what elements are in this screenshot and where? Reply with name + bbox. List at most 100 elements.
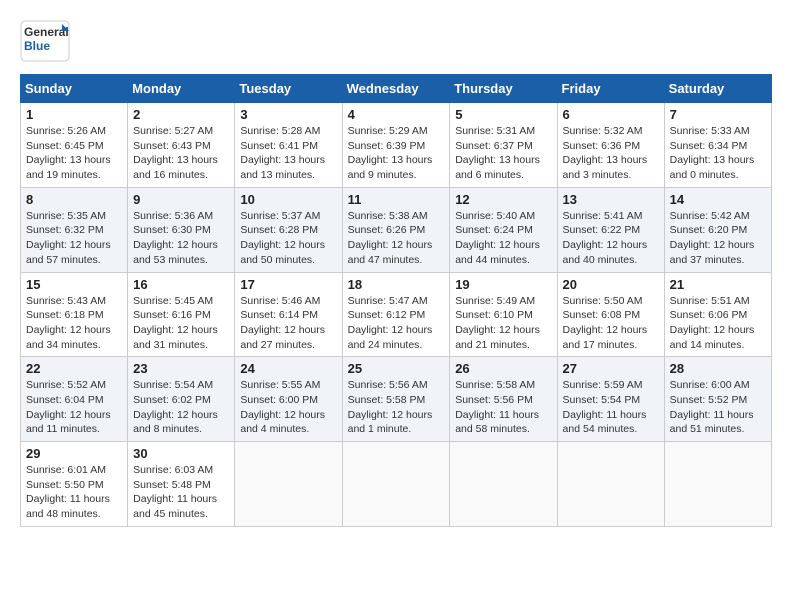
week-row-3: 15 Sunrise: 5:43 AM Sunset: 6:18 PM Dayli… — [21, 272, 772, 357]
day-cell: 14 Sunrise: 5:42 AM Sunset: 6:20 PM Dayli… — [664, 187, 771, 272]
day-info: Sunrise: 5:27 AM Sunset: 6:43 PM Dayligh… — [133, 124, 229, 183]
svg-text:General: General — [24, 25, 69, 39]
day-cell — [450, 442, 557, 527]
day-info: Sunrise: 5:59 AM Sunset: 5:54 PM Dayligh… — [563, 378, 659, 437]
day-cell: 5Sunrise: 5:31 AM Sunset: 6:37 PM Daylig… — [450, 103, 557, 188]
day-number: 23 — [133, 361, 229, 376]
day-info: Sunrise: 6:00 AM Sunset: 5:52 PM Dayligh… — [670, 378, 766, 437]
calendar-page: General Blue SundayMondayTuesdayWednesda… — [0, 0, 792, 537]
day-cell: 6 Sunrise: 5:32 AM Sunset: 6:36 PM Daylig… — [557, 103, 664, 188]
day-info: Sunrise: 5:54 AM Sunset: 6:02 PM Dayligh… — [133, 378, 229, 437]
day-cell: 27 Sunrise: 5:59 AM Sunset: 5:54 PM Dayli… — [557, 357, 664, 442]
day-info: Sunrise: 6:03 AM Sunset: 5:48 PM Dayligh… — [133, 463, 229, 522]
logo-svg: General Blue — [20, 20, 70, 62]
day-cell: 11 Sunrise: 5:38 AM Sunset: 6:26 PM Dayli… — [342, 187, 450, 272]
day-number: 21 — [670, 277, 766, 292]
page-header: General Blue — [20, 20, 772, 62]
day-number: 7 — [670, 107, 766, 122]
day-number: 12 — [455, 192, 551, 207]
day-number: 29 — [26, 446, 122, 461]
day-info: Sunrise: 5:43 AM Sunset: 6:18 PM Dayligh… — [26, 294, 122, 353]
logo: General Blue — [20, 20, 70, 62]
day-number: 1 — [26, 107, 122, 122]
day-number: 27 — [563, 361, 659, 376]
day-number: 8 — [26, 192, 122, 207]
day-number: 19 — [455, 277, 551, 292]
header-row: SundayMondayTuesdayWednesdayThursdayFrid… — [21, 75, 772, 103]
day-cell: 23 Sunrise: 5:54 AM Sunset: 6:02 PM Dayli… — [128, 357, 235, 442]
day-info: Sunrise: 5:35 AM Sunset: 6:32 PM Dayligh… — [26, 209, 122, 268]
day-number: 24 — [240, 361, 336, 376]
day-info: Sunrise: 5:32 AM Sunset: 6:36 PM Dayligh… — [563, 124, 659, 183]
day-cell: 9Sunrise: 5:36 AM Sunset: 6:30 PM Daylig… — [128, 187, 235, 272]
day-info: Sunrise: 5:45 AM Sunset: 6:16 PM Dayligh… — [133, 294, 229, 353]
calendar-table: SundayMondayTuesdayWednesdayThursdayFrid… — [20, 74, 772, 527]
day-cell: 7 Sunrise: 5:33 AM Sunset: 6:34 PM Daylig… — [664, 103, 771, 188]
day-cell: 8 Sunrise: 5:35 AM Sunset: 6:32 PM Daylig… — [21, 187, 128, 272]
day-cell: 10 Sunrise: 5:37 AM Sunset: 6:28 PM Dayli… — [235, 187, 342, 272]
day-number: 10 — [240, 192, 336, 207]
col-header-wednesday: Wednesday — [342, 75, 450, 103]
day-info: Sunrise: 5:56 AM Sunset: 5:58 PM Dayligh… — [348, 378, 445, 437]
day-info: Sunrise: 5:42 AM Sunset: 6:20 PM Dayligh… — [670, 209, 766, 268]
svg-text:Blue: Blue — [24, 39, 50, 53]
day-cell — [664, 442, 771, 527]
day-cell: 28 Sunrise: 6:00 AM Sunset: 5:52 PM Dayli… — [664, 357, 771, 442]
day-info: Sunrise: 6:01 AM Sunset: 5:50 PM Dayligh… — [26, 463, 122, 522]
day-number: 15 — [26, 277, 122, 292]
day-info: Sunrise: 5:52 AM Sunset: 6:04 PM Dayligh… — [26, 378, 122, 437]
day-cell: 18 Sunrise: 5:47 AM Sunset: 6:12 PM Dayli… — [342, 272, 450, 357]
day-cell: 25 Sunrise: 5:56 AM Sunset: 5:58 PM Dayli… — [342, 357, 450, 442]
day-info: Sunrise: 5:28 AM Sunset: 6:41 PM Dayligh… — [240, 124, 336, 183]
day-info: Sunrise: 5:51 AM Sunset: 6:06 PM Dayligh… — [670, 294, 766, 353]
day-info: Sunrise: 5:38 AM Sunset: 6:26 PM Dayligh… — [348, 209, 445, 268]
day-number: 11 — [348, 192, 445, 207]
col-header-saturday: Saturday — [664, 75, 771, 103]
day-number: 25 — [348, 361, 445, 376]
week-row-2: 8 Sunrise: 5:35 AM Sunset: 6:32 PM Daylig… — [21, 187, 772, 272]
day-cell: 26 Sunrise: 5:58 AM Sunset: 5:56 PM Dayli… — [450, 357, 557, 442]
day-info: Sunrise: 5:37 AM Sunset: 6:28 PM Dayligh… — [240, 209, 336, 268]
day-info: Sunrise: 5:41 AM Sunset: 6:22 PM Dayligh… — [563, 209, 659, 268]
day-cell: 24Sunrise: 5:55 AM Sunset: 6:00 PM Dayli… — [235, 357, 342, 442]
day-number: 16 — [133, 277, 229, 292]
day-cell: 1Sunrise: 5:26 AM Sunset: 6:45 PM Daylig… — [21, 103, 128, 188]
week-row-5: 29 Sunrise: 6:01 AM Sunset: 5:50 PM Dayli… — [21, 442, 772, 527]
col-header-sunday: Sunday — [21, 75, 128, 103]
day-cell: 17Sunrise: 5:46 AM Sunset: 6:14 PM Dayli… — [235, 272, 342, 357]
day-info: Sunrise: 5:49 AM Sunset: 6:10 PM Dayligh… — [455, 294, 551, 353]
day-cell: 12 Sunrise: 5:40 AM Sunset: 6:24 PM Dayli… — [450, 187, 557, 272]
day-info: Sunrise: 5:40 AM Sunset: 6:24 PM Dayligh… — [455, 209, 551, 268]
day-cell: 21 Sunrise: 5:51 AM Sunset: 6:06 PM Dayli… — [664, 272, 771, 357]
day-number: 14 — [670, 192, 766, 207]
day-cell: 22 Sunrise: 5:52 AM Sunset: 6:04 PM Dayli… — [21, 357, 128, 442]
day-number: 30 — [133, 446, 229, 461]
day-number: 28 — [670, 361, 766, 376]
day-info: Sunrise: 5:33 AM Sunset: 6:34 PM Dayligh… — [670, 124, 766, 183]
day-number: 13 — [563, 192, 659, 207]
day-info: Sunrise: 5:58 AM Sunset: 5:56 PM Dayligh… — [455, 378, 551, 437]
col-header-thursday: Thursday — [450, 75, 557, 103]
day-info: Sunrise: 5:50 AM Sunset: 6:08 PM Dayligh… — [563, 294, 659, 353]
day-cell: 19 Sunrise: 5:49 AM Sunset: 6:10 PM Dayli… — [450, 272, 557, 357]
day-info: Sunrise: 5:47 AM Sunset: 6:12 PM Dayligh… — [348, 294, 445, 353]
day-number: 26 — [455, 361, 551, 376]
day-number: 6 — [563, 107, 659, 122]
day-cell: 29 Sunrise: 6:01 AM Sunset: 5:50 PM Dayli… — [21, 442, 128, 527]
day-cell: 15 Sunrise: 5:43 AM Sunset: 6:18 PM Dayli… — [21, 272, 128, 357]
col-header-friday: Friday — [557, 75, 664, 103]
day-cell — [235, 442, 342, 527]
calendar-body: 1Sunrise: 5:26 AM Sunset: 6:45 PM Daylig… — [21, 103, 772, 527]
day-info: Sunrise: 5:29 AM Sunset: 6:39 PM Dayligh… — [348, 124, 445, 183]
day-cell: 30 Sunrise: 6:03 AM Sunset: 5:48 PM Dayli… — [128, 442, 235, 527]
day-number: 22 — [26, 361, 122, 376]
day-number: 3 — [240, 107, 336, 122]
day-number: 17 — [240, 277, 336, 292]
day-number: 18 — [348, 277, 445, 292]
day-number: 2 — [133, 107, 229, 122]
day-number: 9 — [133, 192, 229, 207]
day-cell: 3 Sunrise: 5:28 AM Sunset: 6:41 PM Daylig… — [235, 103, 342, 188]
day-number: 5 — [455, 107, 551, 122]
calendar-header: SundayMondayTuesdayWednesdayThursdayFrid… — [21, 75, 772, 103]
day-cell: 4Sunrise: 5:29 AM Sunset: 6:39 PM Daylig… — [342, 103, 450, 188]
